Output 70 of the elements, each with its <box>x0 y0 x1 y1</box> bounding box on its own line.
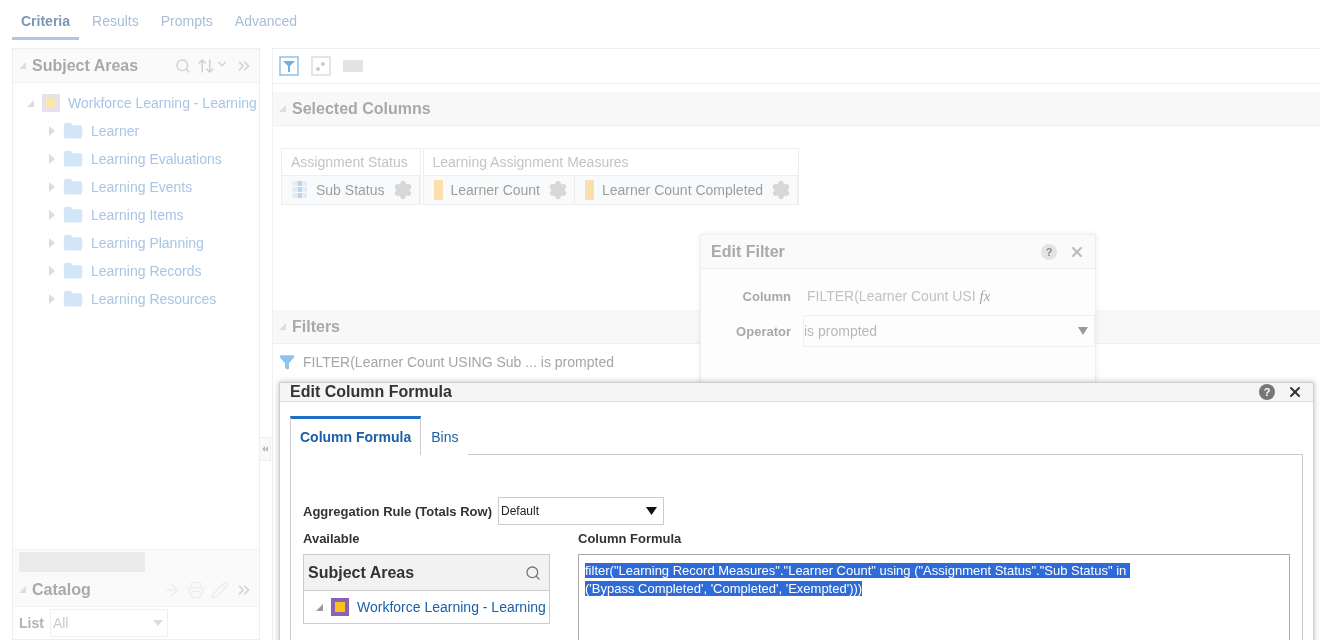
collapse-icon[interactable] <box>19 62 26 69</box>
filter-icon[interactable] <box>279 56 299 76</box>
tree-item[interactable]: Workforce Learning - Learning <box>357 599 546 615</box>
attribute-column-icon <box>292 181 308 199</box>
folder-icon <box>63 177 83 197</box>
column-label: Learner Count Completed <box>602 182 764 198</box>
tree-item[interactable]: Learning Planning <box>91 235 204 251</box>
settings-icon[interactable] <box>771 180 792 200</box>
tree-item[interactable]: Learning Evaluations <box>91 151 222 167</box>
aggregation-dropdown[interactable]: Default <box>498 497 664 525</box>
subject-area-icon <box>42 94 60 112</box>
dialog-title: Edit Filter <box>711 242 786 261</box>
help-button[interactable]: ? <box>1259 384 1275 400</box>
tree-item[interactable]: Learner <box>91 123 140 139</box>
field-label: Column Formula <box>578 531 683 546</box>
measure-column-icon <box>433 180 443 200</box>
field-label: Operator <box>735 323 791 339</box>
settings-icon[interactable] <box>548 180 568 200</box>
formula-button[interactable]: fx <box>977 287 993 305</box>
dialog-title: Edit Column Formula <box>290 383 453 401</box>
tree-item[interactable]: Workforce Learning - Learning <box>68 95 257 111</box>
tree-item[interactable]: Learning Resources <box>91 291 217 307</box>
list-label: List <box>19 615 44 631</box>
panel-title: Subject Areas <box>308 563 415 582</box>
caret-icon <box>646 507 657 515</box>
search-icon[interactable] <box>525 564 541 581</box>
filter-icon <box>279 354 295 370</box>
tree-item[interactable]: Learning Events <box>91 179 193 195</box>
filter-item[interactable]: FILTER(Learner Count USING Sub ... is prompted <box>303 354 614 370</box>
section-title: Filters <box>292 317 340 336</box>
folder-icon <box>63 149 83 169</box>
panel-title: Subject Areas <box>32 56 139 75</box>
selected-column[interactable]: Learner Count <box>423 176 575 204</box>
tree-toggle-icon[interactable] <box>316 603 323 611</box>
panel-title: Catalog <box>32 580 91 599</box>
close-button[interactable] <box>1287 384 1303 400</box>
folder-icon <box>63 261 83 281</box>
section-title: Selected Columns <box>292 99 431 118</box>
folder-icon <box>63 289 83 309</box>
field-label: Column <box>741 288 791 304</box>
subject-area-icon <box>331 598 349 616</box>
field-label: Available <box>303 531 361 546</box>
collapse-icon[interactable] <box>279 105 286 112</box>
collapse-icon[interactable] <box>19 586 26 593</box>
tree-item[interactable]: Learning Records <box>91 263 202 279</box>
operator-dropdown[interactable]: is prompted <box>803 315 1095 347</box>
selected-column[interactable]: Learner Count Completed <box>575 176 799 204</box>
folder-icon <box>63 205 83 225</box>
column-label: Sub Status <box>316 182 385 198</box>
caret-icon <box>1078 327 1088 335</box>
tab[interactable]: Results <box>83 13 148 40</box>
collapse-handle[interactable] <box>259 437 271 461</box>
folder-icon <box>63 233 83 253</box>
measure-column-icon <box>585 180 594 200</box>
help-button[interactable]: ? <box>1041 243 1057 260</box>
tab[interactable]: Prompts <box>151 13 222 40</box>
folder-icon <box>63 121 83 141</box>
tree-item[interactable]: Learning Items <box>91 207 184 223</box>
tab[interactable]: Criteria <box>12 13 80 40</box>
column-label: Learner Count <box>450 182 540 198</box>
field-label: Aggregation Rule (Totals Row) <box>303 503 492 519</box>
sort-icon[interactable] <box>197 56 229 75</box>
collapse-icon[interactable] <box>279 323 286 330</box>
settings-icon[interactable] <box>392 180 413 200</box>
formula-field[interactable]: filter("Learning Record Measures"."Learner Count" using ("Assignment Status"."Sub Status" in ('Bypass Completed', 'Completed', 'Exempted'))) <box>578 554 1290 640</box>
column-value: FILTER(Learner Count USI <box>807 288 976 304</box>
selected-column[interactable]: Sub Status <box>282 176 420 204</box>
tab[interactable]: Advanced <box>225 13 307 40</box>
tab[interactable]: Column Formula <box>290 416 422 455</box>
chart-icon[interactable] <box>311 56 331 76</box>
